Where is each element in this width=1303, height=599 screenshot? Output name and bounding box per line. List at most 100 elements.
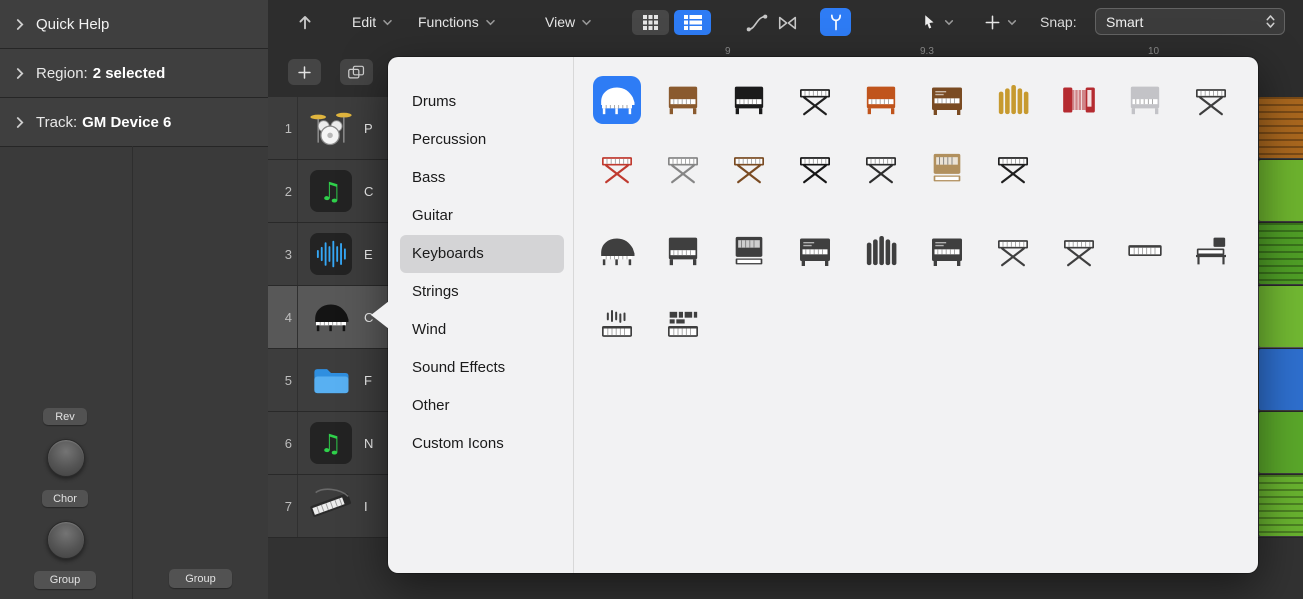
list-view-icon[interactable] (674, 10, 711, 35)
category-strings[interactable]: Strings (400, 273, 564, 311)
icon-electric-piano[interactable] (848, 71, 914, 129)
tracks-toolbar: Edit Functions View (268, 0, 1303, 46)
icon-grid-row-2 (584, 139, 1046, 197)
icon-waveform-keyboard-outline[interactable] (584, 297, 650, 355)
functions-menu[interactable]: Functions (418, 11, 496, 33)
group-button-left[interactable]: Group (34, 571, 96, 589)
icon-category-list: Drums Percussion Bass Guitar Keyboards S… (400, 83, 564, 463)
view-menu[interactable]: View (545, 11, 592, 33)
icon-grid-row-4 (584, 297, 716, 355)
region-clip[interactable] (1259, 286, 1303, 347)
secondary-tool-selector[interactable] (984, 9, 1017, 35)
icon-harpsichord[interactable] (1112, 71, 1178, 129)
icon-workstation-outline[interactable] (1178, 222, 1244, 280)
category-wind[interactable]: Wind (400, 311, 564, 349)
tuning-fork-icon[interactable] (820, 8, 851, 36)
icon-synth-on-stand[interactable] (650, 139, 716, 197)
icon-keyboard-on-stand[interactable] (1178, 71, 1244, 129)
icon-upright-piano[interactable] (650, 71, 716, 129)
automation-curve-icon[interactable] (744, 11, 770, 35)
region-clip[interactable] (1259, 412, 1303, 473)
category-keyboards[interactable]: Keyboards (400, 235, 564, 273)
region-clip[interactable] (1259, 223, 1303, 284)
pointer-tool-icon (920, 12, 938, 32)
quick-help-header[interactable]: Quick Help (0, 0, 268, 49)
track-name[interactable]: C (364, 184, 373, 199)
group-button-right[interactable]: Group (169, 569, 232, 588)
pointer-tool-selector[interactable] (920, 9, 954, 35)
chevron-down-icon (382, 19, 393, 26)
icon-organ-console-outline[interactable] (914, 222, 980, 280)
disclosure-chevron-icon (16, 116, 24, 129)
icon-celesta-outline[interactable] (716, 222, 782, 280)
icon-step-pattern-keyboard-outline[interactable] (650, 297, 716, 355)
drum-kit-icon[interactable] (298, 106, 364, 150)
edit-menu[interactable]: Edit (352, 11, 393, 33)
icon-keyboard-on-x-stand[interactable] (848, 139, 914, 197)
rev-send-knob[interactable] (47, 439, 85, 477)
track-inspector-header[interactable]: Track: GM Device 6 (0, 98, 268, 147)
icon-red-stage-keyboard[interactable] (584, 139, 650, 197)
chor-send-knob[interactable] (47, 521, 85, 559)
category-sound-effects[interactable]: Sound Effects (400, 349, 564, 387)
region-inspector-header[interactable]: Region: 2 selected (0, 49, 268, 98)
add-track-icon[interactable] (288, 59, 321, 85)
icon-keyboard-stand-outline[interactable] (980, 222, 1046, 280)
duplicate-track-icon[interactable] (340, 59, 373, 85)
icon-digital-piano[interactable] (716, 71, 782, 129)
audio-waveform-icon[interactable] (298, 233, 364, 275)
icon-pipe-organ[interactable] (980, 71, 1046, 129)
ruler-mark[interactable]: 9 (725, 46, 731, 57)
category-other[interactable]: Other (400, 387, 564, 425)
icon-drawbar-organ[interactable] (914, 71, 980, 129)
grand-piano-icon[interactable] (298, 297, 364, 337)
folder-icon[interactable] (298, 359, 364, 401)
icon-keyboard-x-stand-outline[interactable] (1046, 222, 1112, 280)
track-name[interactable]: I (364, 499, 368, 514)
region-clip[interactable] (1259, 349, 1303, 410)
track-number: 6 (268, 412, 298, 474)
rev-send-button[interactable]: Rev (43, 408, 87, 425)
track-name[interactable]: F (364, 373, 372, 388)
snap-mode-select[interactable]: Smart (1095, 8, 1285, 35)
icon-grand-piano[interactable] (584, 71, 650, 129)
icon-midi-keyboard-outline[interactable] (1112, 222, 1178, 280)
keytar-icon[interactable] (298, 483, 364, 529)
chor-send-button[interactable]: Chor (42, 490, 88, 507)
region-label: Region: (36, 65, 88, 82)
ruler-mark[interactable]: 9.3 (920, 46, 934, 57)
music-note-icon[interactable]: ♫ (298, 170, 364, 212)
icon-electric-piano-outline[interactable] (782, 222, 848, 280)
region-clip[interactable] (1259, 475, 1303, 536)
category-guitar[interactable]: Guitar (400, 197, 564, 235)
icon-grid-row-3 (584, 222, 1244, 280)
logic-pro-tracks-window: Quick Help Region: 2 selected Track: GM … (0, 0, 1303, 599)
flex-icon[interactable] (774, 11, 800, 35)
icon-stage-piano[interactable] (782, 71, 848, 129)
region-clip[interactable] (1259, 160, 1303, 221)
category-custom-icons[interactable]: Custom Icons (400, 425, 564, 463)
category-bass[interactable]: Bass (400, 159, 564, 197)
icon-accordion[interactable] (1046, 71, 1112, 129)
category-percussion[interactable]: Percussion (400, 121, 564, 159)
icon-pipe-organ-outline[interactable] (848, 222, 914, 280)
icon-midi-keyboard-on-stand[interactable] (980, 139, 1046, 197)
chevron-down-icon (581, 19, 592, 26)
icon-vintage-synth-on-stand[interactable] (716, 139, 782, 197)
region-clip[interactable] (1259, 97, 1303, 158)
up-arrow-icon[interactable] (290, 8, 320, 36)
icon-black-synth-on-stand[interactable] (782, 139, 848, 197)
category-drums[interactable]: Drums (400, 83, 564, 121)
disclosure-chevron-icon (16, 18, 24, 31)
icon-vintage-string-machine[interactable] (914, 139, 980, 197)
track-name[interactable]: N (364, 436, 373, 451)
icon-upright-piano-outline[interactable] (650, 222, 716, 280)
track-name[interactable]: P (364, 121, 373, 136)
icon-grand-piano-outline[interactable] (584, 222, 650, 280)
ruler-mark[interactable]: 10 (1148, 46, 1159, 57)
popover-arrow (371, 301, 389, 329)
grid-view-icon[interactable] (632, 10, 669, 35)
music-note-icon[interactable]: ♫ (298, 422, 364, 464)
track-name[interactable]: E (364, 247, 373, 262)
track-number: 5 (268, 349, 298, 411)
